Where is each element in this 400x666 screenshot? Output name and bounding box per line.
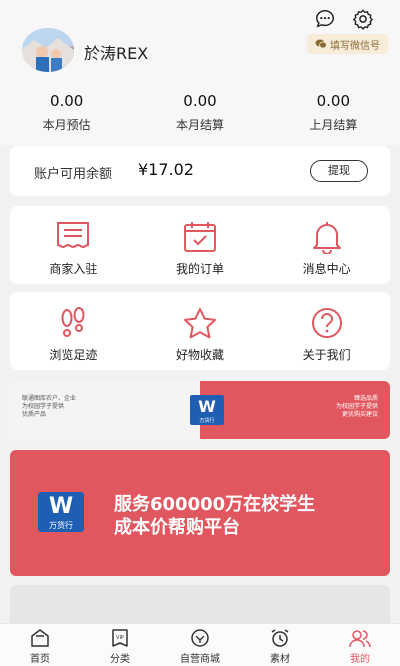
menu-item-label: 商家入驻 [49, 262, 98, 276]
wechat-icon [315, 39, 327, 49]
settings-gear-icon[interactable] [352, 8, 374, 30]
stat-label: 上月结算 [309, 118, 358, 132]
menu-item-about[interactable]: 关于我们 [263, 292, 390, 370]
brand-logo: W 万货行 [190, 395, 224, 425]
vip-icon: VIP [112, 629, 128, 647]
balance-amount: ¥17.02 [138, 160, 194, 179]
question-icon [311, 308, 342, 338]
wechat-button-label: 填写微信号 [330, 40, 380, 52]
menu-item-merchant[interactable]: 商家入驻 [10, 206, 137, 284]
top-icons [314, 8, 374, 30]
menu-item-label: 我的订单 [176, 262, 225, 276]
user-icon [349, 630, 371, 648]
stat-this-month-estimate[interactable]: 0.00 本月预估 [0, 92, 133, 133]
stat-value: 0.00 [316, 92, 351, 110]
banner-left-text: 联通图库农户、企业 为校园学子提供 优质产品 [22, 395, 77, 418]
banner-right-text: 臻选品质 为校园学子提供 更优购买建议 [335, 395, 378, 418]
merchant-icon [57, 222, 90, 249]
tab-label: 素材 [270, 654, 290, 665]
tab-label: 自营商城 [180, 654, 220, 665]
logo-letter: W [48, 494, 74, 519]
stat-label: 本月结算 [175, 118, 224, 132]
next-card-partial [10, 585, 390, 625]
tab-category[interactable]: VIP 分类 [80, 624, 160, 666]
tab-label: 首页 [30, 654, 50, 665]
earnings-stats: 0.00 本月预估 0.00 本月结算 0.00 上月结算 [0, 92, 400, 133]
menu-item-messages[interactable]: 消息中心 [263, 206, 390, 284]
tab-material[interactable]: 素材 [240, 624, 320, 666]
mall-icon [191, 629, 209, 647]
menu-row-2: 浏览足迹 好物收藏 关于我们 [10, 292, 390, 370]
tab-label: 我的 [350, 654, 370, 665]
menu-item-orders[interactable]: 我的订单 [137, 206, 264, 284]
logo-letter: W [198, 397, 216, 416]
tab-label: 分类 [110, 654, 130, 665]
username: 於涛REX [84, 44, 149, 63]
menu-row-1: 商家入驻 我的订单 消息中心 [10, 206, 390, 284]
menu-item-label: 好物收藏 [176, 348, 225, 362]
avatar[interactable] [22, 28, 74, 72]
bottom-tab-bar: 首页 VIP 分类 自营商城 素材 我的 [0, 623, 400, 666]
stat-value: 0.00 [183, 92, 217, 110]
stat-last-month-settled[interactable]: 0.00 上月结算 [267, 92, 400, 133]
message-icon[interactable] [314, 8, 336, 30]
promo-banner-small[interactable]: 联通图库农户、企业 为校园学子提供 优质产品 臻选品质 为校园学子提供 更优购买… [10, 381, 390, 439]
brand-logo: W 万货行 [38, 492, 84, 532]
stat-this-month-settled[interactable]: 0.00 本月结算 [133, 92, 266, 133]
promo-banner-large[interactable]: W 万货行 服务600000万在校学生 成本价帮购平台 [10, 450, 390, 576]
star-icon [184, 308, 216, 339]
stat-label: 本月预估 [42, 118, 91, 132]
stat-value: 0.00 [49, 92, 84, 110]
balance-label: 账户可用余额 [34, 167, 113, 182]
menu-item-label: 关于我们 [302, 348, 351, 362]
profile-header: 於涛REX 填写微信号 0.00 本月预估 0.00 本月结算 0.00 上月结… [0, 0, 400, 145]
bell-icon [312, 222, 341, 254]
banner-headline-2: 成本价帮购平台 [114, 517, 240, 538]
clock-icon [271, 629, 289, 647]
tab-mall[interactable]: 自营商城 [160, 624, 240, 666]
balance-card: 账户可用余额 ¥17.02 提现 [10, 146, 390, 196]
footprint-icon [61, 307, 85, 337]
home-icon [31, 629, 49, 647]
withdraw-button[interactable]: 提现 [310, 160, 368, 182]
svg-text:VIP: VIP [116, 635, 124, 641]
logo-name: 万货行 [199, 418, 215, 424]
tab-home[interactable]: 首页 [0, 624, 80, 666]
logo-name: 万货行 [49, 521, 73, 530]
menu-item-label: 消息中心 [302, 262, 351, 276]
fill-wechat-button[interactable]: 填写微信号 [307, 34, 388, 54]
orders-icon [184, 222, 216, 252]
tab-mine[interactable]: 我的 [320, 624, 400, 666]
menu-item-footprints[interactable]: 浏览足迹 [10, 292, 137, 370]
menu-item-favorites[interactable]: 好物收藏 [137, 292, 264, 370]
menu-item-label: 浏览足迹 [49, 348, 98, 362]
